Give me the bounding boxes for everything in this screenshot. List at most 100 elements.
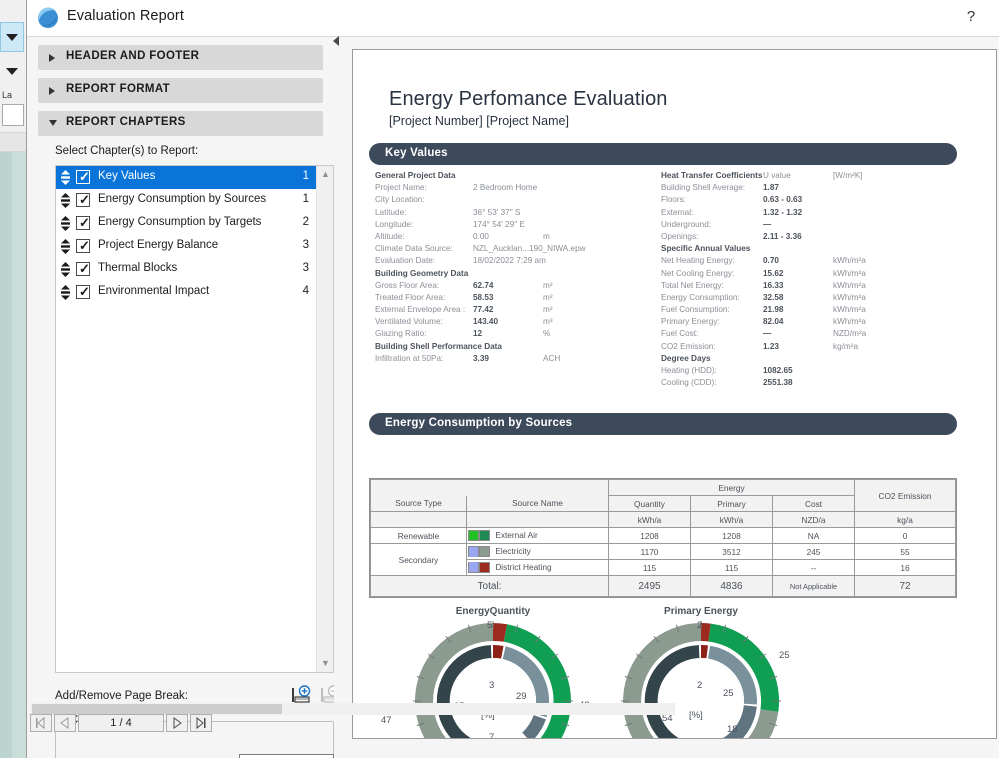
chapter-checkbox[interactable]: ✓ (76, 285, 90, 299)
reorder-grip-icon[interactable] (60, 170, 71, 185)
row-value: 2551.38 (763, 378, 793, 388)
row-label: Ventilated Volume: (375, 317, 443, 327)
chapter-name: Energy Consumption by Sources (98, 193, 267, 205)
table-row: Evaluation Date: 18/02/2022 7:29 am (375, 255, 586, 267)
source-name-text: District Heating (495, 561, 552, 572)
accordion-header-and-footer[interactable]: HEADER AND FOOTER (38, 45, 323, 70)
row-unit: kg/m²a (833, 341, 859, 351)
row-unit: kWh/m²a (833, 280, 866, 290)
next-page-button[interactable] (166, 714, 188, 732)
row-label: Infiltration at 50Pa: (375, 353, 444, 363)
chapter-checkbox[interactable]: ✓ (76, 216, 90, 230)
chapter-row[interactable]: ✓ Key Values 1 (56, 166, 317, 189)
outer-label-2: 47 (381, 715, 392, 726)
inner-label-2: 18 (727, 724, 738, 735)
row-label: Project Name: (375, 183, 427, 193)
check-icon: ✓ (79, 192, 90, 207)
background-caret-icon-2 (6, 68, 18, 75)
chapter-checkbox[interactable]: ✓ (76, 193, 90, 207)
page-indicator[interactable]: 1 / 4 (78, 714, 164, 732)
row-unit (543, 219, 586, 231)
row-label: CO2 Emission: (661, 341, 716, 351)
chapter-list-box: ✓ Key Values 1 ✓ Energy Consumption by Sourc… (55, 165, 334, 673)
color-swatch-right (479, 546, 490, 558)
scroll-up-icon[interactable]: ▲ (317, 166, 334, 183)
total-label: Total: (370, 575, 609, 597)
reorder-grip-icon[interactable] (60, 216, 71, 231)
evaluation-report-dialog: Evaluation Report ? HEADER AND FOOTER RE… (26, 0, 999, 758)
accordion-report-format[interactable]: REPORT FORMAT (38, 78, 323, 103)
row-value: 77.42 (473, 305, 494, 315)
add-page-break-icon[interactable] (290, 685, 312, 705)
chapter-page-number: 1 (302, 170, 309, 182)
scroll-down-icon[interactable]: ▼ (317, 655, 334, 672)
cell-source-type: Renewable (370, 527, 467, 544)
row-label: Altitude: (375, 231, 405, 241)
row-unit: m² (543, 280, 553, 290)
table-row: Secondary Electricity 1170 3512 245 55 (370, 543, 956, 576)
accordion-label: REPORT FORMAT (66, 83, 170, 95)
check-icon: ✓ (79, 238, 90, 253)
table-heading: Degree Days (661, 353, 711, 363)
unit-primary: kWh/a (690, 511, 773, 528)
reorder-grip-icon[interactable] (60, 239, 71, 254)
table-row: Gross Floor Area: 62.74 m² (375, 280, 586, 292)
background-input (2, 104, 24, 126)
reorder-grip-icon[interactable] (60, 193, 71, 208)
row-unit: % (543, 329, 551, 339)
row-unit (543, 182, 586, 194)
chapter-name: Energy Consumption by Targets (98, 216, 262, 228)
cell-quantity: 1208 (608, 527, 691, 544)
prev-page-button[interactable] (54, 714, 76, 732)
table-row: Openings: 2.11 - 3.36 (661, 231, 866, 243)
col-source-type: Source Type (370, 495, 467, 512)
chapter-checkbox[interactable]: ✓ (76, 239, 90, 253)
chapter-row[interactable]: ✓ Environmental Impact 4 (56, 281, 317, 304)
col-primary: Primary (690, 495, 773, 512)
row-value: 0.63 - 0.63 (763, 195, 803, 205)
row-value: 1082.65 (763, 366, 793, 375)
row-label: Glazing Ratio: (375, 329, 427, 339)
chapter-row[interactable]: ✓ Energy Consumption by Targets 2 (56, 212, 317, 235)
report-page: Energy Perfomance Evaluation [Project Nu… (361, 50, 990, 738)
last-page-button[interactable] (190, 714, 212, 732)
chapter-checkbox[interactable]: ✓ (76, 262, 90, 276)
table-row: Net Heating Energy: 0.70 kWh/m²a (661, 255, 866, 267)
check-icon: ✓ (79, 261, 90, 276)
chapter-name: Project Energy Balance (98, 239, 219, 251)
chapter-checkbox[interactable]: ✓ (76, 170, 90, 184)
energy-unit-select[interactable]: kWh (239, 754, 334, 758)
first-page-button[interactable] (30, 714, 52, 732)
col-source-name: Source Name (466, 495, 609, 512)
chapter-row[interactable]: ✓ Project Energy Balance 3 (56, 235, 317, 258)
chapter-name: Key Values (98, 170, 156, 182)
background-teal-area-2 (0, 152, 12, 758)
table-row: Primary Energy: 82.04 kWh/m²a (661, 316, 866, 328)
report-preview-frame[interactable]: Energy Perfomance Evaluation [Project Nu… (352, 49, 997, 739)
cell-primary: 115 (690, 559, 773, 576)
chapter-list[interactable]: ✓ Key Values 1 ✓ Energy Consumption by Sourc… (56, 166, 317, 672)
table-row: Energy Consumption: 32.58 kWh/m²a (661, 292, 866, 304)
cell-source-name: Electricity (466, 543, 609, 560)
panel-splitter[interactable] (334, 37, 349, 758)
outer-label-0: 2 (697, 620, 703, 631)
cell-quantity: 1170 (608, 543, 691, 560)
page-navigation-bar: 1 / 4 (30, 714, 220, 732)
scrollbar-thumb[interactable] (32, 704, 282, 714)
reorder-grip-icon[interactable] (60, 285, 71, 300)
row-value: 62.74 (473, 280, 494, 290)
chapter-row[interactable]: ✓ Energy Consumption by Sources 1 (56, 189, 317, 212)
table-row: Climate Data Source: NZL_Aucklan...190_NI… (375, 243, 586, 255)
row-label: Fuel Consumption: (661, 305, 730, 315)
report-preview-pane: Energy Perfomance Evaluation [Project Nu… (349, 37, 999, 758)
accordion-report-chapters[interactable]: REPORT CHAPTERS (38, 111, 323, 136)
help-icon[interactable]: ? (960, 6, 982, 28)
section-title: Energy Consumption by Sources (385, 417, 573, 429)
collapse-panel-icon[interactable] (331, 34, 341, 48)
section-band-sources: Energy Consumption by Sources (369, 413, 957, 435)
reorder-grip-icon[interactable] (60, 262, 71, 277)
source-name-text: Electricity (495, 545, 531, 556)
chapter-list-scrollbar[interactable]: ▲ ▼ (316, 166, 333, 672)
total-primary: 4836 (690, 575, 773, 597)
chapter-row[interactable]: ✓ Thermal Blocks 3 (56, 258, 317, 281)
